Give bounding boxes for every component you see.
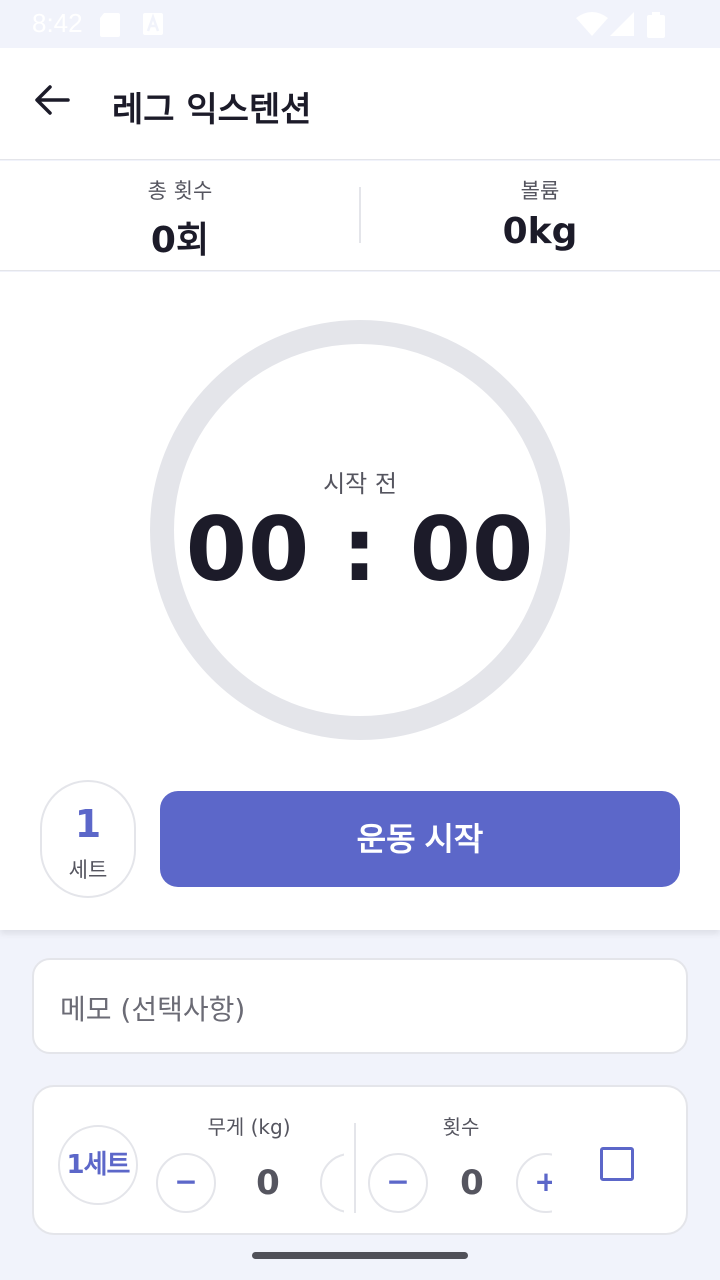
set-counter-label: 세트 [68,858,108,882]
cell-signal-icon [610,12,634,40]
page-title: 레그 익스텐션 [112,90,312,130]
wifi-icon [576,12,608,40]
volume-stat: 볼륨 0kg [360,161,720,271]
memo-input[interactable]: 메모 (선택사항) [60,988,660,1028]
timer-card: 시작 전 00 : 00 1 세트 운동 시작 [0,272,720,930]
memo-field[interactable]: 메모 (선택사항) [32,958,688,1054]
timer-display: 00 : 00 [185,498,535,601]
app-bar: 레그 익스텐션 [0,48,720,160]
total-reps-stat: 총 횟수 0회 [0,161,360,271]
volume-value: 0kg [502,211,578,252]
set-counter-number: 1 [74,802,102,846]
stats-bar: 총 횟수 0회 볼륨 0kg [0,161,720,271]
status-bar: 8:42 [0,0,720,48]
arrow-back-icon [32,85,72,124]
set-complete-checkbox[interactable] [600,1147,634,1181]
set-row: 1세트 무게 (kg) − 0 횟수 − 0 + [32,1085,688,1235]
set-badge: 1세트 [58,1125,138,1205]
sd-card-icon [98,12,122,42]
home-indicator[interactable] [252,1252,468,1259]
weight-minus-button[interactable]: − [156,1153,216,1213]
total-reps-label: 총 횟수 [147,179,213,203]
set-counter[interactable]: 1 세트 [40,780,136,898]
set-row-divider [354,1123,356,1213]
reps-minus-button[interactable]: − [368,1153,428,1213]
total-reps-value: 0회 [150,220,210,261]
back-button[interactable] [32,80,88,128]
weight-label: 무게 (kg) [207,1115,291,1139]
volume-label: 볼륨 [520,179,560,203]
battery-icon [646,12,666,42]
plus-icon: + [516,1153,552,1213]
status-time: 8:42 [32,8,83,38]
weight-plus-button-partial[interactable] [320,1153,344,1213]
font-a-icon [142,12,164,40]
reps-plus-button[interactable]: + [516,1153,552,1213]
reps-label: 횟수 [442,1115,480,1139]
start-workout-button[interactable]: 운동 시작 [160,791,680,887]
reps-value[interactable]: 0 [442,1163,502,1203]
weight-value[interactable]: 0 [238,1163,298,1203]
timer-status: 시작 전 [323,470,397,498]
